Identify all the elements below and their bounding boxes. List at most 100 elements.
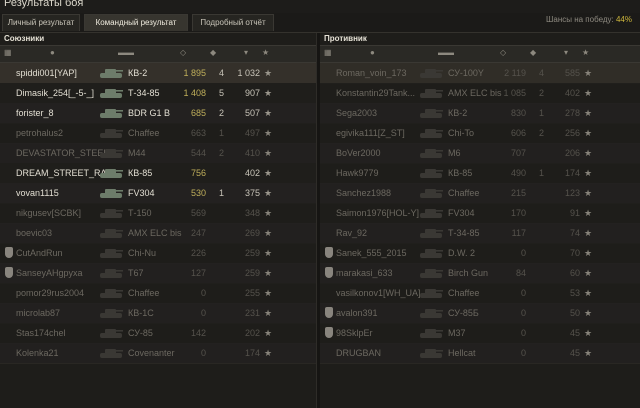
player-name[interactable]: DEVASTATOR_STEEL... <box>16 147 106 159</box>
rank-badge-icon <box>325 247 333 258</box>
table-row[interactable]: pomor29rus2004 Chaffee 0 255 ★ <box>0 283 316 304</box>
table-row[interactable]: Stas174chel СУ-85 142 202 ★ <box>0 323 316 344</box>
table-row[interactable]: Dimasik_254[_-5-_] Т-34-85 1 408 5 907 ★ <box>0 83 316 104</box>
table-row[interactable]: Sanchez1988 Chaffee 215 123 ★ <box>320 183 640 204</box>
player-name[interactable]: petrohalus2 <box>16 127 106 139</box>
tank-name: Chi-To <box>448 128 475 138</box>
player-name[interactable]: boevic03 <box>16 227 106 239</box>
table-row[interactable]: vovan1115 FV304 530 1 375 ★ <box>0 183 316 204</box>
table-row[interactable]: boevic03 AMX ELC bis 247 269 ★ <box>0 223 316 244</box>
tank-name: Hellcat <box>448 348 476 358</box>
player-name[interactable]: Rav_92 <box>336 227 426 239</box>
tab-personal-result[interactable]: Личный результат <box>2 14 80 31</box>
table-row[interactable]: Saimon1976[HOL-Y] FV304 170 91 ★ <box>320 203 640 224</box>
table-row[interactable]: 98SklpEr M37 0 45 ★ <box>320 323 640 344</box>
player-name[interactable]: Dimasik_254[_-5-_] <box>16 87 106 99</box>
tank-icon[interactable]: ▬▬ <box>438 48 454 57</box>
tank-name: Chaffee <box>128 288 160 298</box>
table-row[interactable]: Hawk9779 КВ-85 490 1 174 ★ <box>320 163 640 184</box>
table-row[interactable]: CutAndRun Chi-Nu 226 259 ★ <box>0 243 316 264</box>
table-row[interactable]: SanseyAHgpyxa T67 127 259 ★ <box>0 263 316 284</box>
player-name[interactable]: vovan1115 <box>16 187 106 199</box>
tank-silhouette-icon <box>98 266 124 279</box>
player-name[interactable]: Sanek_555_2015 <box>336 247 426 259</box>
table-row[interactable]: nikgusev[SCBK] Т-150 569 348 ★ <box>0 203 316 224</box>
table-row[interactable]: DRUGBAN Hellcat 0 45 ★ <box>320 343 640 364</box>
player-name[interactable]: Hawk9779 <box>336 167 426 179</box>
table-row[interactable]: DREAM_STREET_RA... КВ-85 756 402 ★ <box>0 163 316 184</box>
damage-value: 0 <box>520 348 526 358</box>
tank-name: Т-34-85 <box>448 228 480 238</box>
tank-silhouette-icon <box>98 186 124 199</box>
table-row[interactable]: egivika111[Z_ST] Chi-To 606 2 256 ★ <box>320 123 640 144</box>
squad-icon[interactable]: ▦ <box>4 48 12 57</box>
star-icon: ★ <box>264 68 273 78</box>
xp-value: 907 <box>244 88 260 98</box>
star-icon: ★ <box>584 328 593 338</box>
table-row[interactable]: vasilkonov1[WH_UA] Chaffee 0 53 ★ <box>320 283 640 304</box>
player-name[interactable]: nikgusev[SCBK] <box>16 207 106 219</box>
table-row[interactable]: Sega2003 КВ-2 830 1 278 ★ <box>320 103 640 124</box>
player-name[interactable]: avalon391 <box>336 307 426 319</box>
table-row[interactable]: DEVASTATOR_STEEL... M44 544 2 410 ★ <box>0 143 316 164</box>
player-name[interactable]: Roman_voin_173 <box>336 67 426 79</box>
damage-value: 1 895 <box>183 68 206 78</box>
player-name[interactable]: Sanchez1988 <box>336 187 426 199</box>
player-name[interactable]: spiddi001[YAP] <box>16 67 106 79</box>
kills-value: 2 <box>538 88 544 98</box>
table-row[interactable]: BoVer2000 M6 707 206 ★ <box>320 143 640 164</box>
table-row[interactable]: Roman_voin_173 СУ-100Y 2 119 4 585 ★ <box>320 63 640 84</box>
star-header-icon[interactable]: ★ <box>582 48 589 57</box>
table-row[interactable]: forister_8 BDR G1 B 685 2 507 ★ <box>0 103 316 124</box>
player-name[interactable]: SanseyAHgpyxa <box>16 267 106 279</box>
table-row[interactable]: spiddi001[YAP] КВ-2 1 895 4 1 032 ★ <box>0 63 316 84</box>
player-icon[interactable]: ● <box>370 48 375 57</box>
table-row[interactable]: Konstantin29Tank... AMX ELC bis 1 085 2 402 ★ <box>320 83 640 104</box>
player-name[interactable]: Sega2003 <box>336 107 426 119</box>
table-row[interactable]: petrohalus2 Chaffee 663 1 497 ★ <box>0 123 316 144</box>
star-icon: ★ <box>264 128 273 138</box>
player-name[interactable]: CutAndRun <box>16 247 106 259</box>
tab-team-result[interactable]: Командный результат <box>84 14 188 31</box>
player-name[interactable]: Kolenka21 <box>16 347 106 359</box>
xp-sort-icon[interactable]: ▾ <box>564 48 568 57</box>
rank-badge-icon <box>325 307 333 318</box>
star-icon: ★ <box>264 268 273 278</box>
player-name[interactable]: marakasi_633 <box>336 267 426 279</box>
kills-value: 1 <box>218 128 224 138</box>
player-name[interactable]: Stas174chel <box>16 327 106 339</box>
star-icon: ★ <box>584 268 593 278</box>
table-row[interactable]: microlab87 КВ-1С 0 231 ★ <box>0 303 316 324</box>
player-name[interactable]: Konstantin29Tank... <box>336 87 426 99</box>
tank-silhouette-icon <box>98 166 124 179</box>
squad-icon[interactable]: ▦ <box>324 48 332 57</box>
player-name[interactable]: DREAM_STREET_RA... <box>16 167 106 179</box>
star-header-icon[interactable]: ★ <box>262 48 269 57</box>
tank-icon[interactable]: ▬▬ <box>118 48 134 57</box>
table-row[interactable]: Kolenka21 Covenanter 0 174 ★ <box>0 343 316 364</box>
player-name[interactable]: vasilkonov1[WH_UA] <box>336 287 426 299</box>
tab-detailed-report[interactable]: Подробный отчёт <box>192 14 274 31</box>
player-icon[interactable]: ● <box>50 48 55 57</box>
tank-silhouette-icon <box>418 106 444 119</box>
table-row[interactable]: Rav_92 Т-34-85 117 74 ★ <box>320 223 640 244</box>
damage-icon[interactable]: ◇ <box>500 48 506 57</box>
player-name[interactable]: Saimon1976[HOL-Y] <box>336 207 426 219</box>
table-row[interactable]: marakasi_633 Birch Gun 84 60 ★ <box>320 263 640 284</box>
player-name[interactable]: microlab87 <box>16 307 106 319</box>
table-row[interactable]: avalon391 СУ-85Б 0 50 ★ <box>320 303 640 324</box>
tank-name: КВ-85 <box>128 168 153 178</box>
player-name[interactable]: DRUGBAN <box>336 347 426 359</box>
star-icon: ★ <box>264 88 273 98</box>
kills-icon[interactable]: ◆ <box>210 48 216 57</box>
player-name[interactable]: forister_8 <box>16 107 106 119</box>
table-row[interactable]: Sanek_555_2015 D.W. 2 0 70 ★ <box>320 243 640 264</box>
player-name[interactable]: BoVer2000 <box>336 147 426 159</box>
xp-sort-icon[interactable]: ▾ <box>244 48 248 57</box>
damage-icon[interactable]: ◇ <box>180 48 186 57</box>
kills-icon[interactable]: ◆ <box>530 48 536 57</box>
player-name[interactable]: 98SklpEr <box>336 327 426 339</box>
player-name[interactable]: egivika111[Z_ST] <box>336 127 426 139</box>
player-name[interactable]: pomor29rus2004 <box>16 287 106 299</box>
damage-value: 0 <box>200 348 206 358</box>
